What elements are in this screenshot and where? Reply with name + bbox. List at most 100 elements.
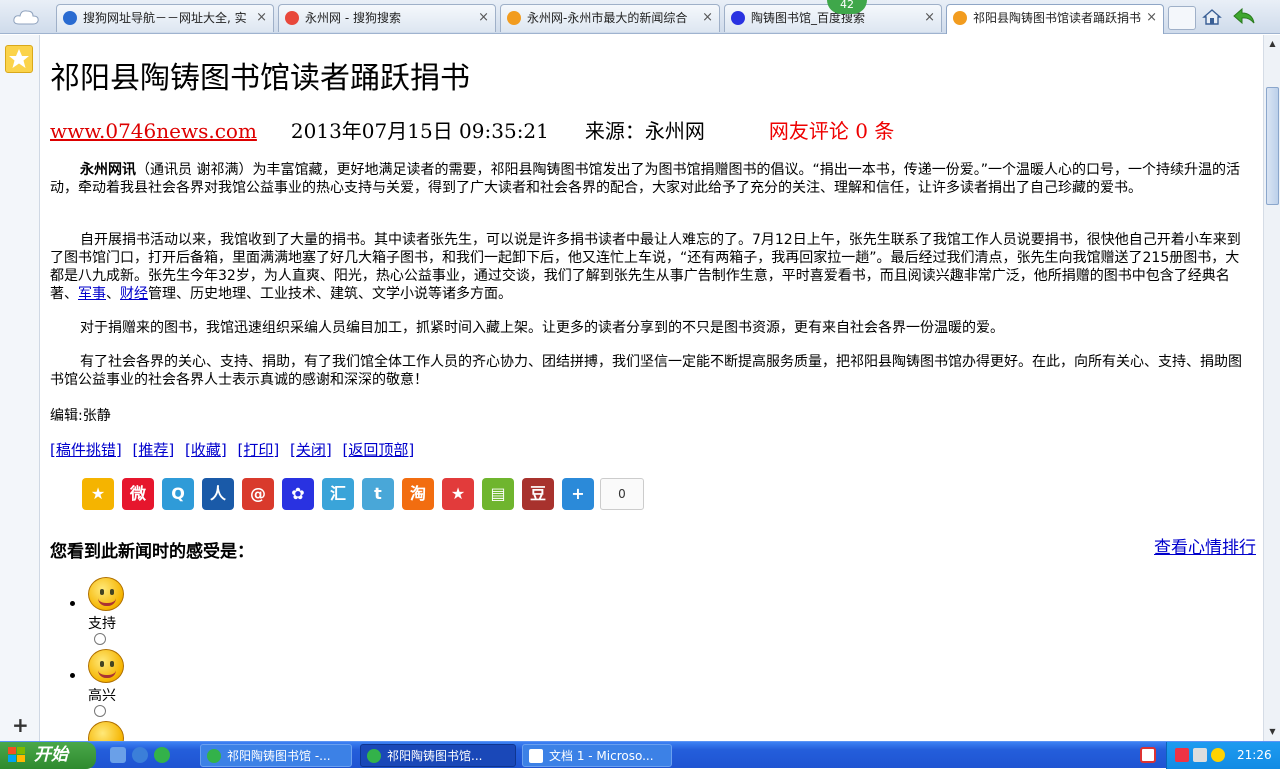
- paragraph-3: 对于捐赠来的图书，我馆迅速组织采编人员编目加工，抓紧时间入藏上架。让更多的读者分…: [80, 320, 1004, 336]
- mood-radio[interactable]: [94, 705, 106, 717]
- back-arrow-icon[interactable]: [1232, 7, 1256, 27]
- editor-credit: 编辑:张静: [50, 408, 111, 424]
- mood-item-support: 支持: [70, 575, 160, 649]
- ime-icon[interactable]: [1140, 747, 1156, 763]
- more-share-icon[interactable]: +: [562, 478, 594, 510]
- publish-date: 2013年07月15日 09:35:21: [290, 119, 549, 143]
- site-favicon-icon: [507, 11, 521, 25]
- security-icon[interactable]: [1211, 748, 1225, 762]
- mood-ranking-link[interactable]: 查看心情排行: [1154, 537, 1258, 559]
- tray-app-icon[interactable]: [1175, 748, 1189, 762]
- windows-logo-icon: [8, 747, 25, 762]
- close-icon[interactable]: ×: [924, 5, 935, 31]
- new-tab-button[interactable]: [1168, 6, 1196, 30]
- close-link[interactable]: [关闭]: [290, 441, 332, 459]
- bookmark-icon[interactable]: ▤: [482, 478, 514, 510]
- word-document-icon: [529, 749, 543, 763]
- ie-icon[interactable]: [132, 747, 148, 763]
- taskbar-item-label: 文档 1 - Microso...: [549, 749, 654, 763]
- support-face-icon[interactable]: [88, 577, 124, 611]
- site-link[interactable]: www.0746news.com: [50, 119, 257, 143]
- scroll-down-arrow-icon[interactable]: ▼: [1266, 725, 1279, 739]
- baidu-paw-icon: [731, 11, 745, 25]
- tab-article-active[interactable]: 祁阳县陶铸图书馆读者踊跃捐书 ×: [946, 4, 1164, 34]
- happy-face-icon[interactable]: [88, 649, 124, 683]
- vertical-scrollbar[interactable]: ▲ ▼: [1263, 35, 1280, 741]
- report-error-link[interactable]: [稿件挑错]: [50, 441, 122, 459]
- paragraph-text: 管理、历史地理、工业技术、建筑、文学小说等诸多方面。: [148, 286, 512, 302]
- finance-link[interactable]: 财经: [120, 286, 148, 302]
- mood-item-happy: 高兴: [70, 647, 160, 721]
- comments-link[interactable]: 网友评论 0 条: [769, 119, 894, 143]
- favorites-star-icon[interactable]: ★: [442, 478, 474, 510]
- taobao-icon[interactable]: 淘: [402, 478, 434, 510]
- sina-weibo-icon[interactable]: 微: [122, 478, 154, 510]
- network-icon[interactable]: [1193, 748, 1207, 762]
- add-icon[interactable]: +: [12, 713, 29, 737]
- show-desktop-icon[interactable]: [110, 747, 126, 763]
- browser-quicklaunch-icon[interactable]: [154, 747, 170, 763]
- browser-tabbar: 搜狗网址导航－－网址大全, 实 × 永州网 - 搜狗搜索 × 永州网-永州市最大…: [0, 0, 1280, 34]
- article-actions: [稿件挑错] [推荐] [收藏] [打印] [关闭] [返回顶部]: [50, 439, 420, 460]
- mood-label: 支持: [88, 616, 116, 632]
- article-content: 祁阳县陶铸图书馆读者踊跃捐书 www.0746news.com 2013年07月1…: [48, 35, 1260, 741]
- sogou-search-icon: [285, 11, 299, 25]
- taskbar-item-browser-2[interactable]: 祁阳陶铸图书馆...: [360, 744, 516, 767]
- tab-title: 祁阳县陶铸图书馆读者踊跃捐书: [973, 11, 1142, 25]
- browser-icon: [367, 749, 381, 763]
- system-tray: 21:26: [1166, 742, 1280, 769]
- clock: 21:26: [1237, 748, 1272, 762]
- tab-yongzhou-news[interactable]: 永州网-永州市最大的新闻综合 ×: [500, 4, 720, 32]
- taskbar-item-word[interactable]: 文档 1 - Microso...: [522, 744, 672, 767]
- kaixin-icon[interactable]: 汇: [322, 478, 354, 510]
- share-count: 0: [600, 478, 644, 510]
- taskbar-item-label: 祁阳陶铸图书馆 -...: [227, 749, 331, 763]
- qzone-icon[interactable]: ★: [82, 478, 114, 510]
- paragraph-4: 有了社会各界的关心、支持、捐助，有了我们馆全体工作人员的齐心协力、团结拼搏，我们…: [50, 354, 1242, 388]
- mood-face-icon[interactable]: [88, 721, 124, 741]
- taskbar-item-browser-1[interactable]: 祁阳陶铸图书馆 -...: [200, 744, 352, 767]
- renren-icon[interactable]: 人: [202, 478, 234, 510]
- print-link[interactable]: [打印]: [238, 441, 280, 459]
- lead-text: 永州网讯: [80, 162, 136, 178]
- military-link[interactable]: 军事: [78, 286, 106, 302]
- scroll-up-arrow-icon[interactable]: ▲: [1266, 37, 1279, 51]
- twitter-icon[interactable]: t: [362, 478, 394, 510]
- close-icon[interactable]: ×: [1146, 5, 1157, 31]
- tencent-weibo-icon[interactable]: Q: [162, 478, 194, 510]
- tab-sogou-nav[interactable]: 搜狗网址导航－－网址大全, 实 ×: [56, 4, 274, 32]
- mood-item-partial: [70, 719, 160, 741]
- site-favicon-icon: [953, 11, 967, 25]
- browser-icon: [207, 749, 221, 763]
- netease-icon[interactable]: @: [242, 478, 274, 510]
- mood-label: 高兴: [88, 688, 116, 704]
- recommend-link[interactable]: [推荐]: [133, 441, 175, 459]
- mood-radio[interactable]: [94, 633, 106, 645]
- close-icon[interactable]: ×: [478, 5, 489, 31]
- separator: 、: [106, 286, 120, 302]
- home-icon[interactable]: [1202, 7, 1222, 27]
- tab-sogou-search[interactable]: 永州网 - 搜狗搜索 ×: [278, 4, 496, 32]
- paragraph-1: 永州网讯（通讯员 谢祁满）为丰富馆藏，更好地满足读者的需要，祁阳县陶铸图书馆发出…: [50, 161, 1250, 197]
- close-icon[interactable]: ×: [256, 5, 267, 31]
- back-to-top-link[interactable]: [返回顶部]: [343, 441, 415, 459]
- paragraph-2: 自开展捐书活动以来，我馆收到了大量的捐书。其中读者张先生，可以说是许多捐书读者中…: [50, 231, 1250, 303]
- taskbar: 开始 祁阳陶铸图书馆 -... 祁阳陶铸图书馆... 文档 1 - Micros…: [0, 741, 1280, 769]
- baidu-icon[interactable]: ✿: [282, 478, 314, 510]
- close-icon[interactable]: ×: [702, 5, 713, 31]
- tab-title: 永州网 - 搜狗搜索: [305, 11, 401, 25]
- start-button[interactable]: 开始: [0, 742, 96, 769]
- douban-icon[interactable]: 豆: [522, 478, 554, 510]
- sogou-icon: [63, 11, 77, 25]
- left-sidebar: +: [0, 35, 40, 741]
- scroll-thumb[interactable]: [1266, 87, 1279, 205]
- bookmark-link[interactable]: [收藏]: [185, 441, 227, 459]
- list-bullet: [70, 601, 75, 606]
- list-bullet: [70, 673, 75, 678]
- taskbar-item-label: 祁阳陶铸图书馆...: [387, 749, 483, 763]
- favorites-star-icon[interactable]: [5, 45, 33, 73]
- tab-title: 永州网-永州市最大的新闻综合: [527, 11, 688, 25]
- article-source: 来源：永州网: [584, 119, 705, 143]
- paragraph-text: （通讯员 谢祁满）为丰富馆藏，更好地满足读者的需要，祁阳县陶铸图书馆发出了为图书…: [50, 162, 1240, 196]
- cloud-icon[interactable]: [12, 8, 40, 26]
